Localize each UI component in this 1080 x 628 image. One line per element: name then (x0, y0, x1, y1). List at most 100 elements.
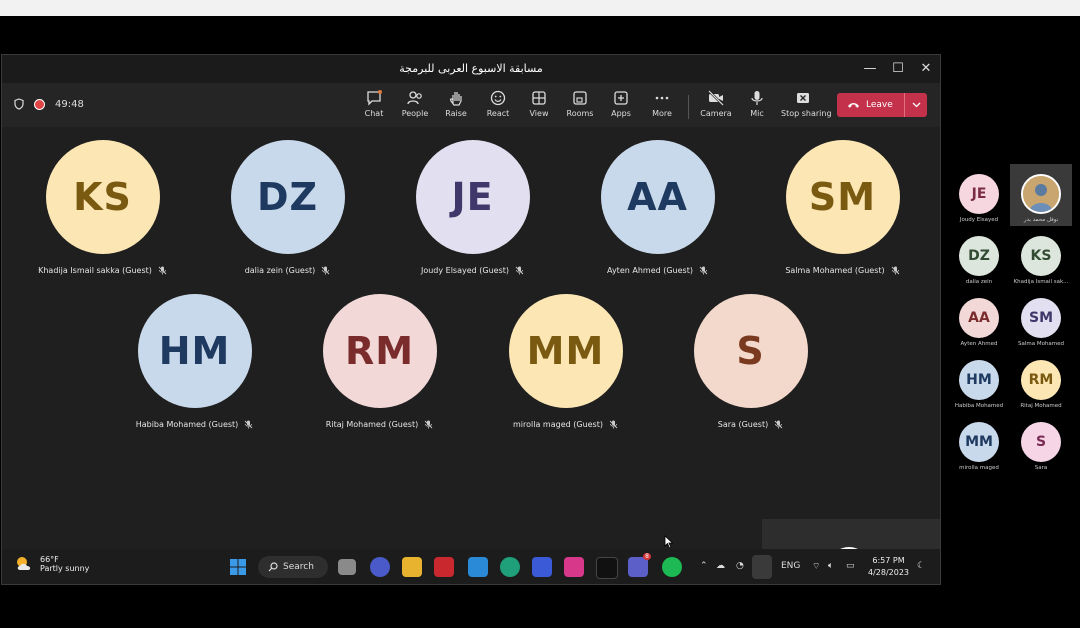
view-button[interactable]: View (517, 89, 561, 125)
taskbar-clock[interactable]: 6:57 PM 4/28/2023 (868, 555, 909, 579)
leave-main[interactable]: Leave (837, 100, 904, 110)
participant-name-row: dalia zein (Guest) (195, 266, 380, 275)
raise-label: Raise (445, 109, 467, 118)
minimize-button[interactable]: — (856, 59, 884, 79)
media-player-icon[interactable] (532, 557, 552, 577)
meeting-toolbar: 49:48 Chat People Raise React View Rooms (2, 83, 940, 127)
meet-chat-icon[interactable] (370, 557, 390, 577)
windows-taskbar: 66°F Partly sunny Search 8 ⌃ ☁ ◔ ENG ⌔ 🔈… (2, 549, 940, 584)
apps-icon (614, 91, 628, 105)
taskbar-search[interactable]: Search (258, 556, 328, 578)
participant-tile[interactable]: AA Ayten Ahmed (Guest) (565, 140, 750, 275)
mic-muted-icon (158, 266, 167, 275)
teams-icon[interactable]: 8 (628, 553, 651, 577)
chat-button[interactable]: Chat (352, 89, 396, 125)
meeting-timer: 49:48 (55, 98, 84, 110)
side-participant[interactable]: KS Khadija Ismail sak... (1010, 236, 1072, 285)
spotify-icon[interactable] (662, 557, 682, 577)
people-label: People (401, 109, 429, 118)
rooms-button[interactable]: Rooms (558, 89, 602, 125)
participant-name-row: Ayten Ahmed (Guest) (565, 266, 750, 275)
rooms-icon (573, 91, 587, 105)
side-participant[interactable]: SM Salma Mohamed (1010, 298, 1072, 347)
mouse-cursor-icon (664, 534, 674, 553)
more-button[interactable]: More (640, 89, 684, 125)
side-participant[interactable]: DZ dalia zein (948, 236, 1010, 285)
apps-label: Apps (611, 109, 631, 118)
side-participant-avatar: MM (959, 422, 999, 462)
participant-name-row: Joudy Elsayed (Guest) (380, 266, 565, 275)
tiktok-icon[interactable] (596, 557, 618, 579)
side-participant[interactable]: HM Habiba Mohamed (948, 360, 1010, 409)
onedrive-icon[interactable]: ☁ (716, 561, 725, 571)
notification-icon[interactable]: ☾ (917, 561, 925, 571)
participant-tile[interactable]: JE Joudy Elsayed (Guest) (380, 140, 565, 275)
phone-hangup-icon (848, 103, 859, 108)
mcafee-icon[interactable] (434, 557, 454, 577)
rooms-label: Rooms (566, 109, 594, 118)
clock-date: 4/28/2023 (868, 568, 910, 577)
tray-chevron-icon[interactable]: ⌃ (700, 561, 708, 571)
vpn-icon[interactable]: ◔ (736, 561, 744, 571)
mic-muted-icon (244, 420, 253, 429)
participants-stage: KS Khadija Ismail sakka (Guest) DZ dalia ze… (2, 127, 940, 584)
participant-avatar: HM (137, 294, 252, 408)
title-bar: مسابقة الاسبوع العربى للبرمجة — ☐ ✕ (2, 55, 940, 83)
close-button[interactable]: ✕ (912, 59, 940, 79)
participant-name-row: Sara (Guest) (658, 420, 843, 429)
mic-muted-icon (891, 266, 899, 275)
participant-tile[interactable]: S Sara (Guest) (658, 294, 843, 429)
leave-options-button[interactable] (904, 93, 927, 117)
task-view-icon[interactable] (338, 559, 356, 575)
side-participant-name: Joudy Elsayed (959, 217, 999, 223)
mic-in-use-icon[interactable] (752, 555, 772, 579)
side-participant-name: mirolla maged (959, 465, 999, 471)
edge-icon[interactable] (500, 557, 520, 577)
side-participant-avatar (1021, 174, 1061, 214)
leave-button[interactable]: Leave (837, 93, 927, 117)
teams-badge: 8 (643, 553, 651, 560)
participant-tile[interactable]: KS Khadija Ismail sakka (Guest) (10, 140, 195, 275)
window-title: مسابقة الاسبوع العربى للبرمجة (399, 62, 543, 75)
participant-name: Joudy Elsayed (Guest) (420, 266, 510, 275)
participant-name-row: mirolla maged (Guest) (473, 420, 658, 429)
participant-tile[interactable]: SM Salma Mohamed (Guest) (750, 140, 935, 275)
volume-icon[interactable]: 🔈︎ (828, 561, 833, 571)
wifi-icon[interactable]: ⌔ (812, 561, 820, 572)
people-button[interactable]: People (393, 89, 437, 125)
start-button[interactable] (228, 557, 248, 577)
camera-button[interactable]: Camera (694, 89, 738, 125)
instagram-icon[interactable] (564, 557, 584, 577)
stop-sharing-button[interactable]: Stop sharing (781, 89, 832, 125)
weather-widget[interactable]: 66°F Partly sunny (14, 555, 89, 573)
participant-name: dalia zein (Guest) (244, 266, 316, 275)
react-button[interactable]: React (476, 89, 520, 125)
apps-button[interactable]: Apps (599, 89, 643, 125)
more-label: More (652, 109, 672, 118)
maximize-button[interactable]: ☐ (884, 59, 912, 79)
teams-window: مسابقة الاسبوع العربى للبرمجة — ☐ ✕ 49:4… (1, 54, 941, 585)
chevron-down-icon (912, 102, 921, 108)
side-participant[interactable]: MM mirolla maged (948, 422, 1010, 471)
participant-tile[interactable]: HM Habiba Mohamed (Guest) (102, 294, 287, 429)
side-participant-name: Khadija Ismail sak... (1013, 279, 1069, 285)
mic-button[interactable]: Mic (735, 89, 779, 125)
participant-name: Ayten Ahmed (Guest) (607, 266, 693, 275)
side-participant-name: Habiba Mohamed (954, 403, 1004, 409)
participant-tile[interactable]: MM mirolla maged (Guest) (473, 294, 658, 429)
l-app-icon[interactable] (468, 557, 488, 577)
raise-hand-button[interactable]: Raise (434, 89, 478, 125)
language-indicator[interactable]: ENG (781, 561, 800, 571)
side-participant[interactable]: S Sara (1010, 422, 1072, 471)
participant-tile[interactable]: DZ dalia zein (Guest) (195, 140, 380, 275)
mic-muted-icon (321, 266, 330, 275)
side-participant[interactable]: JE Joudy Elsayed (948, 174, 1010, 223)
side-participant-name: نوفل محمد بدر (1023, 217, 1059, 223)
file-explorer-icon[interactable] (402, 557, 422, 577)
side-participant[interactable]: RM Ritaj Mohamed (1010, 360, 1072, 409)
side-participant[interactable]: AA Ayten Ahmed (948, 298, 1010, 347)
side-participant[interactable]: نوفل محمد بدر (1010, 174, 1072, 223)
side-participant-avatar: S (1021, 422, 1061, 462)
battery-icon[interactable]: ▭ (846, 561, 855, 571)
participant-tile[interactable]: RM Ritaj Mohamed (Guest) (287, 294, 472, 429)
